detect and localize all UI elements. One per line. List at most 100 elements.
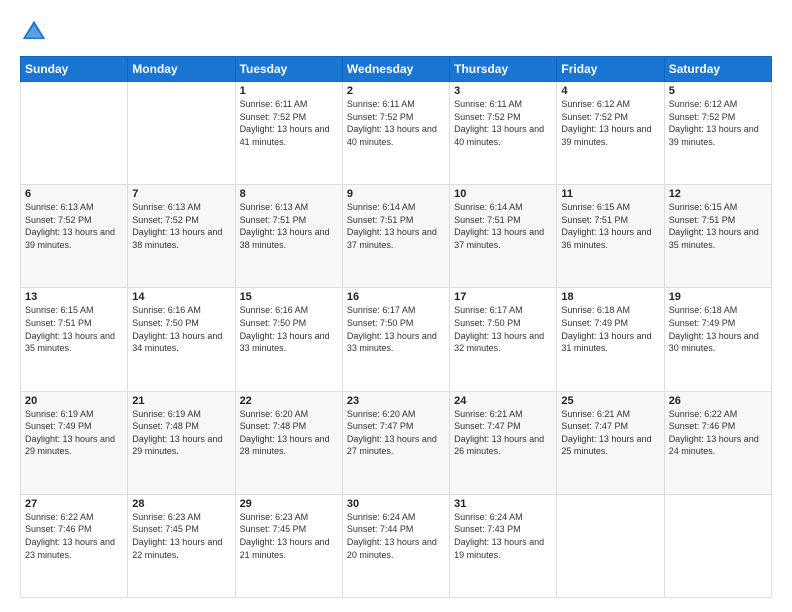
calendar-table: SundayMondayTuesdayWednesdayThursdayFrid… [20, 56, 772, 598]
day-info: Sunrise: 6:15 AM Sunset: 7:51 PM Dayligh… [25, 304, 123, 354]
day-info: Sunrise: 6:15 AM Sunset: 7:51 PM Dayligh… [669, 201, 767, 251]
calendar-cell: 7Sunrise: 6:13 AM Sunset: 7:52 PM Daylig… [128, 185, 235, 288]
day-number: 27 [25, 498, 123, 510]
day-info: Sunrise: 6:15 AM Sunset: 7:51 PM Dayligh… [561, 201, 659, 251]
day-number: 23 [347, 395, 445, 407]
day-number: 19 [669, 291, 767, 303]
calendar-cell [128, 82, 235, 185]
day-info: Sunrise: 6:22 AM Sunset: 7:46 PM Dayligh… [669, 408, 767, 458]
day-number: 1 [240, 85, 338, 97]
day-number: 25 [561, 395, 659, 407]
day-number: 17 [454, 291, 552, 303]
day-info: Sunrise: 6:14 AM Sunset: 7:51 PM Dayligh… [454, 201, 552, 251]
day-number: 10 [454, 188, 552, 200]
day-number: 24 [454, 395, 552, 407]
day-number: 29 [240, 498, 338, 510]
day-number: 31 [454, 498, 552, 510]
calendar-cell: 17Sunrise: 6:17 AM Sunset: 7:50 PM Dayli… [450, 288, 557, 391]
day-info: Sunrise: 6:12 AM Sunset: 7:52 PM Dayligh… [561, 98, 659, 148]
logo [20, 18, 52, 46]
day-of-week-header: Thursday [450, 57, 557, 82]
day-info: Sunrise: 6:11 AM Sunset: 7:52 PM Dayligh… [240, 98, 338, 148]
calendar-cell: 8Sunrise: 6:13 AM Sunset: 7:51 PM Daylig… [235, 185, 342, 288]
day-number: 22 [240, 395, 338, 407]
calendar-cell: 26Sunrise: 6:22 AM Sunset: 7:46 PM Dayli… [664, 391, 771, 494]
day-info: Sunrise: 6:24 AM Sunset: 7:44 PM Dayligh… [347, 511, 445, 561]
calendar-cell: 16Sunrise: 6:17 AM Sunset: 7:50 PM Dayli… [342, 288, 449, 391]
page: SundayMondayTuesdayWednesdayThursdayFrid… [0, 0, 792, 612]
calendar-cell: 21Sunrise: 6:19 AM Sunset: 7:48 PM Dayli… [128, 391, 235, 494]
day-info: Sunrise: 6:17 AM Sunset: 7:50 PM Dayligh… [347, 304, 445, 354]
day-header-row: SundayMondayTuesdayWednesdayThursdayFrid… [21, 57, 772, 82]
day-number: 30 [347, 498, 445, 510]
calendar-cell: 23Sunrise: 6:20 AM Sunset: 7:47 PM Dayli… [342, 391, 449, 494]
day-info: Sunrise: 6:12 AM Sunset: 7:52 PM Dayligh… [669, 98, 767, 148]
day-number: 3 [454, 85, 552, 97]
day-number: 4 [561, 85, 659, 97]
day-number: 16 [347, 291, 445, 303]
day-number: 26 [669, 395, 767, 407]
day-info: Sunrise: 6:18 AM Sunset: 7:49 PM Dayligh… [669, 304, 767, 354]
calendar-cell: 25Sunrise: 6:21 AM Sunset: 7:47 PM Dayli… [557, 391, 664, 494]
day-info: Sunrise: 6:13 AM Sunset: 7:52 PM Dayligh… [25, 201, 123, 251]
calendar-cell: 13Sunrise: 6:15 AM Sunset: 7:51 PM Dayli… [21, 288, 128, 391]
day-of-week-header: Tuesday [235, 57, 342, 82]
calendar-week-row: 27Sunrise: 6:22 AM Sunset: 7:46 PM Dayli… [21, 494, 772, 597]
day-info: Sunrise: 6:13 AM Sunset: 7:51 PM Dayligh… [240, 201, 338, 251]
header [20, 18, 772, 46]
calendar-cell: 19Sunrise: 6:18 AM Sunset: 7:49 PM Dayli… [664, 288, 771, 391]
day-number: 9 [347, 188, 445, 200]
calendar-cell: 31Sunrise: 6:24 AM Sunset: 7:43 PM Dayli… [450, 494, 557, 597]
day-info: Sunrise: 6:23 AM Sunset: 7:45 PM Dayligh… [132, 511, 230, 561]
calendar-cell [557, 494, 664, 597]
calendar-cell: 18Sunrise: 6:18 AM Sunset: 7:49 PM Dayli… [557, 288, 664, 391]
day-number: 14 [132, 291, 230, 303]
calendar-cell: 29Sunrise: 6:23 AM Sunset: 7:45 PM Dayli… [235, 494, 342, 597]
calendar-cell: 15Sunrise: 6:16 AM Sunset: 7:50 PM Dayli… [235, 288, 342, 391]
day-info: Sunrise: 6:16 AM Sunset: 7:50 PM Dayligh… [132, 304, 230, 354]
day-number: 20 [25, 395, 123, 407]
day-info: Sunrise: 6:16 AM Sunset: 7:50 PM Dayligh… [240, 304, 338, 354]
calendar-week-row: 1Sunrise: 6:11 AM Sunset: 7:52 PM Daylig… [21, 82, 772, 185]
calendar-cell: 2Sunrise: 6:11 AM Sunset: 7:52 PM Daylig… [342, 82, 449, 185]
day-info: Sunrise: 6:11 AM Sunset: 7:52 PM Dayligh… [454, 98, 552, 148]
day-of-week-header: Monday [128, 57, 235, 82]
calendar-cell: 27Sunrise: 6:22 AM Sunset: 7:46 PM Dayli… [21, 494, 128, 597]
calendar-cell: 4Sunrise: 6:12 AM Sunset: 7:52 PM Daylig… [557, 82, 664, 185]
day-number: 12 [669, 188, 767, 200]
calendar-week-row: 13Sunrise: 6:15 AM Sunset: 7:51 PM Dayli… [21, 288, 772, 391]
calendar-cell: 1Sunrise: 6:11 AM Sunset: 7:52 PM Daylig… [235, 82, 342, 185]
day-of-week-header: Saturday [664, 57, 771, 82]
calendar-cell [21, 82, 128, 185]
day-info: Sunrise: 6:24 AM Sunset: 7:43 PM Dayligh… [454, 511, 552, 561]
day-info: Sunrise: 6:11 AM Sunset: 7:52 PM Dayligh… [347, 98, 445, 148]
calendar-cell: 12Sunrise: 6:15 AM Sunset: 7:51 PM Dayli… [664, 185, 771, 288]
day-info: Sunrise: 6:19 AM Sunset: 7:48 PM Dayligh… [132, 408, 230, 458]
calendar-cell: 5Sunrise: 6:12 AM Sunset: 7:52 PM Daylig… [664, 82, 771, 185]
day-number: 28 [132, 498, 230, 510]
day-number: 11 [561, 188, 659, 200]
day-info: Sunrise: 6:21 AM Sunset: 7:47 PM Dayligh… [454, 408, 552, 458]
calendar-cell: 11Sunrise: 6:15 AM Sunset: 7:51 PM Dayli… [557, 185, 664, 288]
logo-icon [20, 18, 48, 46]
calendar-cell: 24Sunrise: 6:21 AM Sunset: 7:47 PM Dayli… [450, 391, 557, 494]
day-of-week-header: Wednesday [342, 57, 449, 82]
calendar-cell: 3Sunrise: 6:11 AM Sunset: 7:52 PM Daylig… [450, 82, 557, 185]
calendar-cell: 9Sunrise: 6:14 AM Sunset: 7:51 PM Daylig… [342, 185, 449, 288]
day-info: Sunrise: 6:21 AM Sunset: 7:47 PM Dayligh… [561, 408, 659, 458]
calendar-cell: 10Sunrise: 6:14 AM Sunset: 7:51 PM Dayli… [450, 185, 557, 288]
calendar-body: 1Sunrise: 6:11 AM Sunset: 7:52 PM Daylig… [21, 82, 772, 598]
day-number: 15 [240, 291, 338, 303]
day-number: 6 [25, 188, 123, 200]
calendar-cell [664, 494, 771, 597]
day-number: 5 [669, 85, 767, 97]
calendar-cell: 6Sunrise: 6:13 AM Sunset: 7:52 PM Daylig… [21, 185, 128, 288]
calendar-cell: 14Sunrise: 6:16 AM Sunset: 7:50 PM Dayli… [128, 288, 235, 391]
calendar-week-row: 20Sunrise: 6:19 AM Sunset: 7:49 PM Dayli… [21, 391, 772, 494]
day-info: Sunrise: 6:18 AM Sunset: 7:49 PM Dayligh… [561, 304, 659, 354]
day-of-week-header: Sunday [21, 57, 128, 82]
day-info: Sunrise: 6:20 AM Sunset: 7:47 PM Dayligh… [347, 408, 445, 458]
day-info: Sunrise: 6:19 AM Sunset: 7:49 PM Dayligh… [25, 408, 123, 458]
day-info: Sunrise: 6:23 AM Sunset: 7:45 PM Dayligh… [240, 511, 338, 561]
day-info: Sunrise: 6:13 AM Sunset: 7:52 PM Dayligh… [132, 201, 230, 251]
